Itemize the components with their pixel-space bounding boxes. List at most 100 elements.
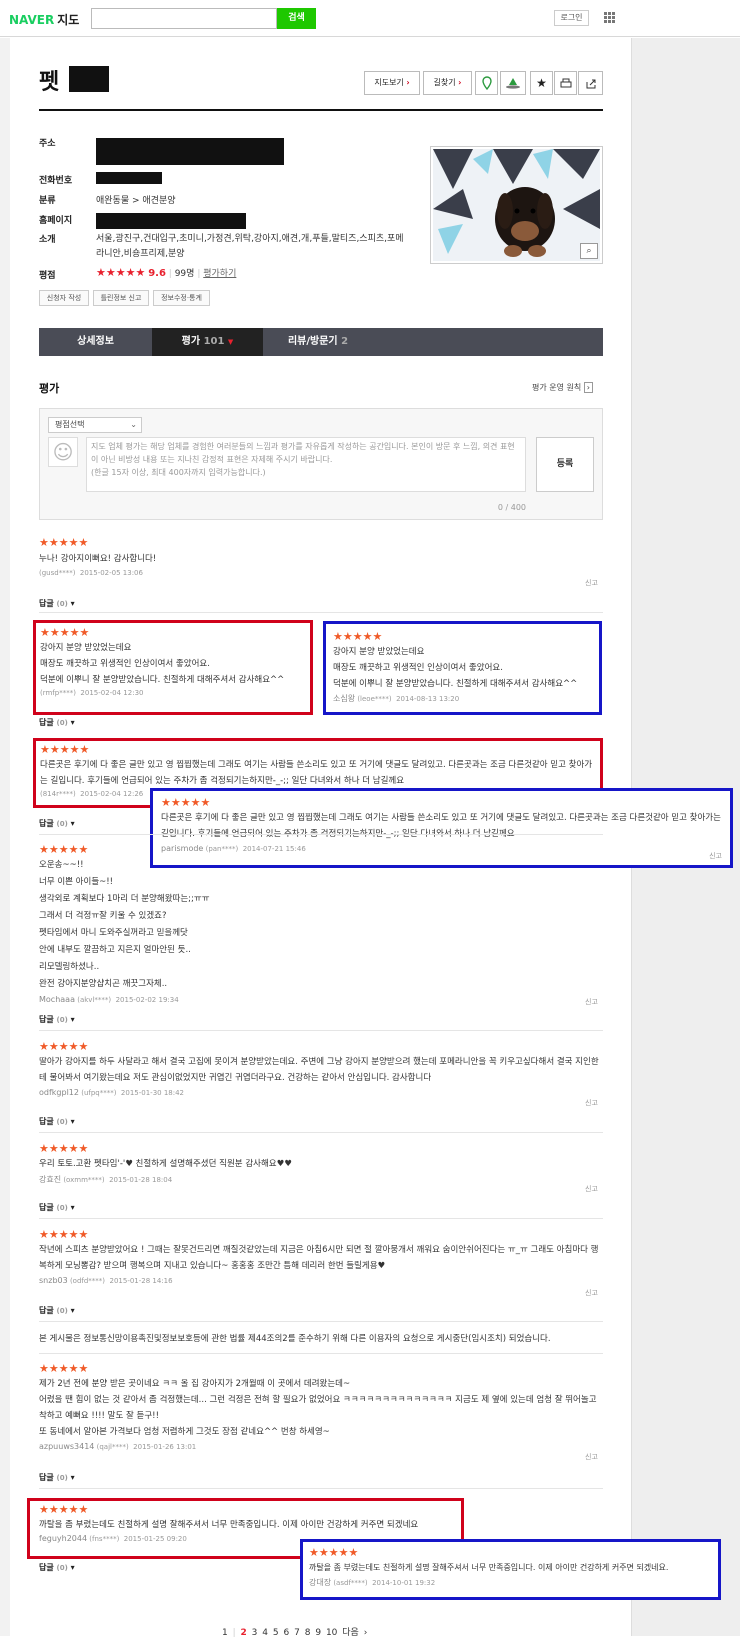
search-input[interactable] xyxy=(91,8,277,29)
review-stars: ★★★★★ xyxy=(39,843,89,856)
page-current[interactable]: 2 xyxy=(241,1628,247,1638)
apps-grid-icon[interactable] xyxy=(604,12,616,24)
reply-toggle[interactable]: 답글 (0) ▾ xyxy=(39,1472,75,1483)
report-link[interactable]: 신고 xyxy=(709,851,722,861)
page-link[interactable]: 10 xyxy=(326,1628,337,1638)
reply-toggle[interactable]: 답글 (0) ▾ xyxy=(39,818,75,829)
pin-icon[interactable] xyxy=(475,71,498,95)
comparison-box: ★★★★★ 강아지 분양 받았었는데요 매장도 깨끗하고 위생적인 인상이여서 … xyxy=(323,621,602,715)
reply-toggle[interactable]: 답글 (0) ▾ xyxy=(39,598,75,609)
review-item: ★★★★★ 딸아가 강아지를 하두 사달라고 해서 결국 고집에 못이겨 분양받… xyxy=(39,1040,599,1097)
review-text: 까탈을 좀 부렸는데도 친절하게 설명 잘해주셔서 너무 만족중입니다. 이제 … xyxy=(309,1563,669,1572)
redaction xyxy=(96,172,162,184)
divider xyxy=(39,834,603,835)
report-link[interactable]: 신고 xyxy=(585,997,598,1007)
reply-toggle[interactable]: 답글 (0) ▾ xyxy=(39,1014,75,1025)
phone-label: 전화번호 xyxy=(39,176,73,186)
homepage-label: 홈페이지 xyxy=(39,216,73,226)
redaction xyxy=(96,213,246,229)
tab-review[interactable]: 리뷰/방문기 2 xyxy=(263,328,373,356)
print-icon[interactable] xyxy=(554,71,577,95)
page-link[interactable]: 5 xyxy=(273,1628,279,1638)
review-stars: ★★★★★ xyxy=(40,743,90,756)
reply-toggle[interactable]: 답글 (0) ▾ xyxy=(39,1202,75,1213)
search-button[interactable]: 검색 xyxy=(277,8,316,29)
rating-select[interactable]: 평점선택 ⌄ xyxy=(48,417,142,433)
page-link[interactable]: 6 xyxy=(284,1628,290,1638)
page-link[interactable]: 9 xyxy=(315,1628,321,1638)
rating-stars: ★★★★★ xyxy=(96,266,146,279)
review-item: ★★★★★ 까탈을 좀 부렸는데도 친절하게 설명 잘해주셔서 너무 만족중입니… xyxy=(309,1546,717,1588)
report-link[interactable]: 신고 xyxy=(585,578,598,588)
place-photo[interactable]: ⌕ xyxy=(430,146,603,264)
review-text: 오운송~~!! 너무 이쁜 아이들~!! 생각외로 계획보다 1마리 더 분양해… xyxy=(39,860,210,989)
comparison-box: ★★★★★ 까탈을 좀 부렸는데도 친절하게 설명 잘해주셔서 너무 만족중입니… xyxy=(300,1539,721,1600)
review-text: 딸아가 강아지를 하두 사달라고 해서 결국 고집에 못이겨 분양받았는데요. … xyxy=(39,1057,599,1083)
divider xyxy=(39,612,603,613)
review-meta: snzb03 (odfd****) 2015-01-28 14:16 xyxy=(39,1276,173,1285)
rating-label: 평점 xyxy=(39,271,56,281)
review-meta: (gusd****) 2015-02-05 13:06 xyxy=(39,569,143,577)
policy-link[interactable]: 평가 운영 원칙 › xyxy=(532,382,593,393)
divider xyxy=(39,1218,603,1219)
next-page-link[interactable]: 다음 › xyxy=(342,1628,367,1638)
review-item: ★★★★★ 작년에 스피츠 분양받았어요 ! 그때는 잘못건드리면 깨질것같았는… xyxy=(39,1228,599,1285)
review-text: 다른곳은 후기에 다 좋은 글만 있고 영 찝찝했는데 그래도 여기는 사람들 … xyxy=(40,760,593,786)
page-link[interactable]: 3 xyxy=(252,1628,258,1638)
review-stars: ★★★★★ xyxy=(40,626,90,639)
review-item: ★★★★★ 제가 2년 전에 분양 받은 곳이네요 ㅋㅋ 올 집 강아지가 2개… xyxy=(39,1362,601,1451)
review-text: 누나! 강아지이뻐요! 감사합니다! xyxy=(39,554,157,564)
reply-toggle[interactable]: 답글 (0) ▾ xyxy=(39,1562,75,1573)
title-divider xyxy=(39,109,603,111)
rater-count: 99명 xyxy=(174,269,195,279)
review-stars: ★★★★★ xyxy=(39,1362,89,1375)
page-title: 펫 xyxy=(39,70,60,95)
login-button[interactable]: 로그인 xyxy=(554,10,589,26)
tab-bar: 상세정보 평가 101 ▼ 리뷰/방문기 2 xyxy=(39,328,603,356)
divider xyxy=(39,1321,603,1322)
streetview-icon[interactable] xyxy=(500,71,526,95)
review-meta: 강효진 (oxmm****) 2015-01-28 18:04 xyxy=(39,1175,173,1184)
bookmark-star-icon[interactable]: ★ xyxy=(530,71,553,95)
reply-toggle[interactable]: 답글 (0) ▾ xyxy=(39,1116,75,1127)
report-link[interactable]: 신고 xyxy=(585,1452,598,1462)
review-meta: 소심왕 (leoe****) 2014-08-13 13:20 xyxy=(333,694,460,703)
divider xyxy=(39,1132,603,1133)
reply-toggle[interactable]: 답글 (0) ▾ xyxy=(39,1305,75,1316)
page-link[interactable]: 1 xyxy=(222,1628,228,1638)
review-item: ★★★★★ 강아지 분양 받았었는데요 매장도 깨끗하고 위생적인 인상이여서 … xyxy=(333,630,598,704)
share-icon[interactable] xyxy=(578,71,603,95)
review-text: 강아지 분양 받았었는데요 매장도 깨끗하고 위생적인 인상이여서 좋았어요. … xyxy=(333,647,578,689)
edit-info-stats-button[interactable]: 정보수정·통계 xyxy=(153,290,210,306)
redaction xyxy=(96,138,284,165)
report-wrong-info-button[interactable]: 틀린정보 신고 xyxy=(93,290,149,306)
blocked-notice: 본 게시물은 정보통신망이용촉진및정보보호등에 관한 법률 제44조의2를 준수… xyxy=(39,1334,551,1344)
tab-detail[interactable]: 상세정보 xyxy=(39,328,152,356)
zoom-icon[interactable]: ⌕ xyxy=(580,243,598,259)
divider xyxy=(39,1488,603,1489)
review-meta: azpuuws3414 (qajl****) 2015-01-26 13:01 xyxy=(39,1442,197,1451)
reply-toggle[interactable]: 답글 (0) ▾ xyxy=(39,717,75,728)
review-text: 다른곳은 후기에 다 좋은 글만 있고 영 찝찝했는데 그래도 여기는 사람들 … xyxy=(161,813,721,839)
review-stars: ★★★★★ xyxy=(39,1503,89,1516)
directions-button[interactable]: 길찾기 › xyxy=(423,71,472,95)
review-text: 강아지 분양 받았었는데요 매장도 깨끗하고 위생적인 인상이여서 좋았어요. … xyxy=(40,643,285,685)
page-link[interactable]: 4 xyxy=(262,1628,268,1638)
rate-link[interactable]: 평가하기 xyxy=(203,269,236,279)
page-link[interactable]: 7 xyxy=(294,1628,300,1638)
map-view-button[interactable]: 지도보기 › xyxy=(364,71,420,95)
category-value: 애완동물 > 애견분양 xyxy=(96,196,176,206)
page-link[interactable]: 8 xyxy=(305,1628,311,1638)
review-stars: ★★★★★ xyxy=(333,630,383,643)
left-gutter xyxy=(0,38,10,1636)
owner-write-button[interactable]: 신청자 작성 xyxy=(39,290,89,306)
report-link[interactable]: 신고 xyxy=(585,1098,598,1108)
divider xyxy=(39,1353,603,1354)
report-link[interactable]: 신고 xyxy=(585,1288,598,1298)
submit-button[interactable]: 등록 xyxy=(536,437,594,492)
naver-logo[interactable]: NAVER 지도 xyxy=(9,11,79,28)
rating-textarea[interactable]: 지도 업체 평가는 해당 업체를 경험한 여러분들의 느낌과 평가를 자유롭게 … xyxy=(86,437,526,492)
review-item: ★★★★★ 까탈을 좀 부렸는데도 친절하게 설명 잘해주셔서 너무 만족중입니… xyxy=(39,1503,459,1543)
report-link[interactable]: 신고 xyxy=(585,1184,598,1194)
tab-rating[interactable]: 평가 101 ▼ xyxy=(152,328,263,356)
